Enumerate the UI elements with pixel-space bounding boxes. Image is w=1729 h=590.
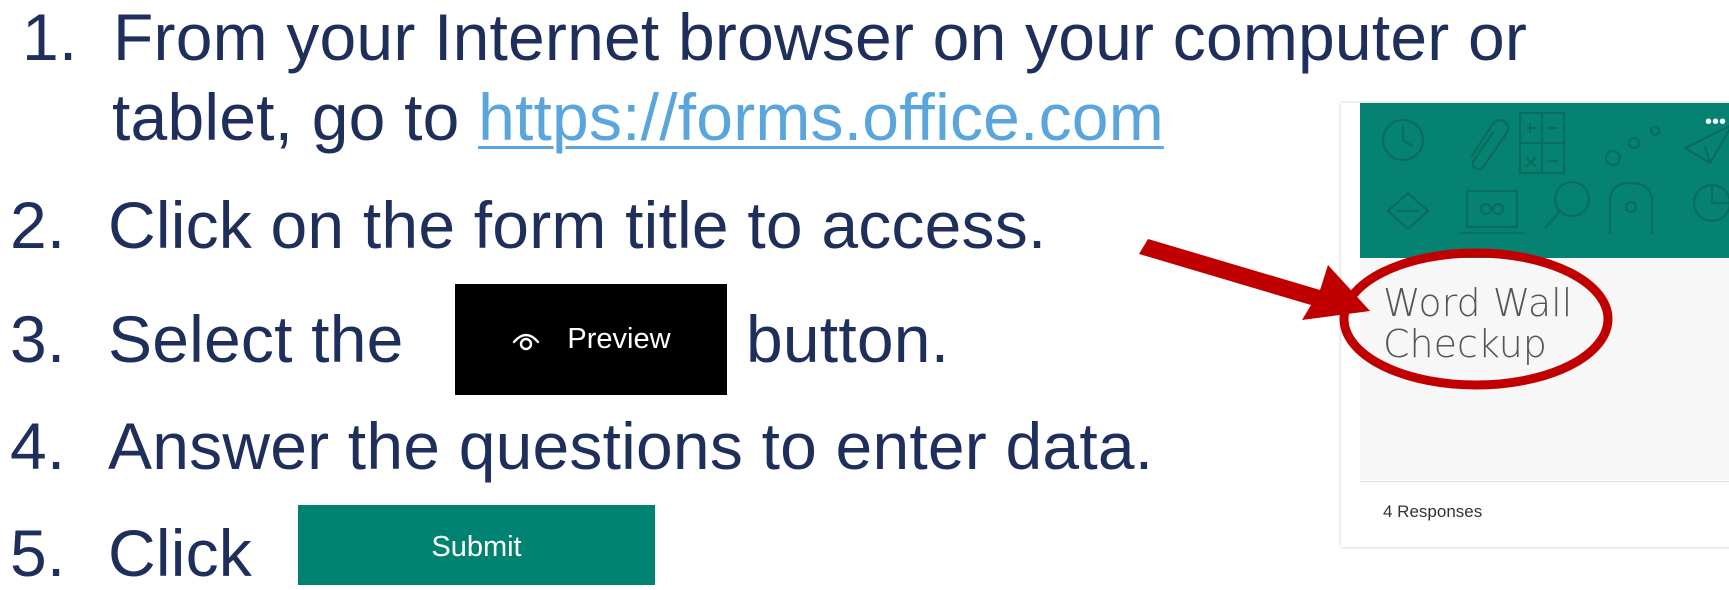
step-2-line: 2. Click on the form title to access. xyxy=(0,192,1046,258)
form-card-responses: 4 Responses xyxy=(1383,502,1483,521)
submit-button[interactable]: Submit xyxy=(298,505,655,585)
step-1-text: From your Internet browser on your compu… xyxy=(113,0,1528,74)
form-card-pattern xyxy=(1381,111,1729,235)
preview-button[interactable]: Preview xyxy=(455,284,727,395)
step-3-line: 3. Select the xyxy=(0,306,404,372)
form-card-header xyxy=(1360,103,1729,258)
step-3-line-after: button. xyxy=(746,306,949,372)
step-1-text-continued: tablet, go to xyxy=(112,80,479,154)
ellipsis-icon[interactable]: ••• xyxy=(1705,112,1726,132)
step-3-text-before: Select the xyxy=(108,302,404,376)
red-arrow xyxy=(1139,239,1370,320)
step-2-text: Click on the form title to access. xyxy=(108,188,1047,262)
step-1-number: 1. xyxy=(22,0,78,74)
step-5-line: 5. Click xyxy=(0,520,252,586)
form-card-title[interactable]: Word Wall Checkup xyxy=(1383,282,1643,365)
step-5-text: Click xyxy=(108,516,252,590)
step-2-number: 2. xyxy=(10,188,66,262)
preview-button-label: Preview xyxy=(567,323,671,355)
step-1-line-1: 1. From your Internet browser on your com… xyxy=(0,4,1527,70)
step-5-number: 5. xyxy=(10,516,66,590)
forms-office-link[interactable]: https://forms.office.com xyxy=(478,80,1164,154)
step-3-number: 3. xyxy=(10,302,66,376)
step-1-line-2: tablet, go to https://forms.office.com xyxy=(112,84,1164,150)
step-4-text: Answer the questions to enter data. xyxy=(108,409,1154,483)
step-4-line: 4. Answer the questions to enter data. xyxy=(0,413,1153,479)
step-3-text-after: button. xyxy=(746,302,950,376)
eye-icon xyxy=(511,328,541,352)
step-4-number: 4. xyxy=(10,409,66,483)
